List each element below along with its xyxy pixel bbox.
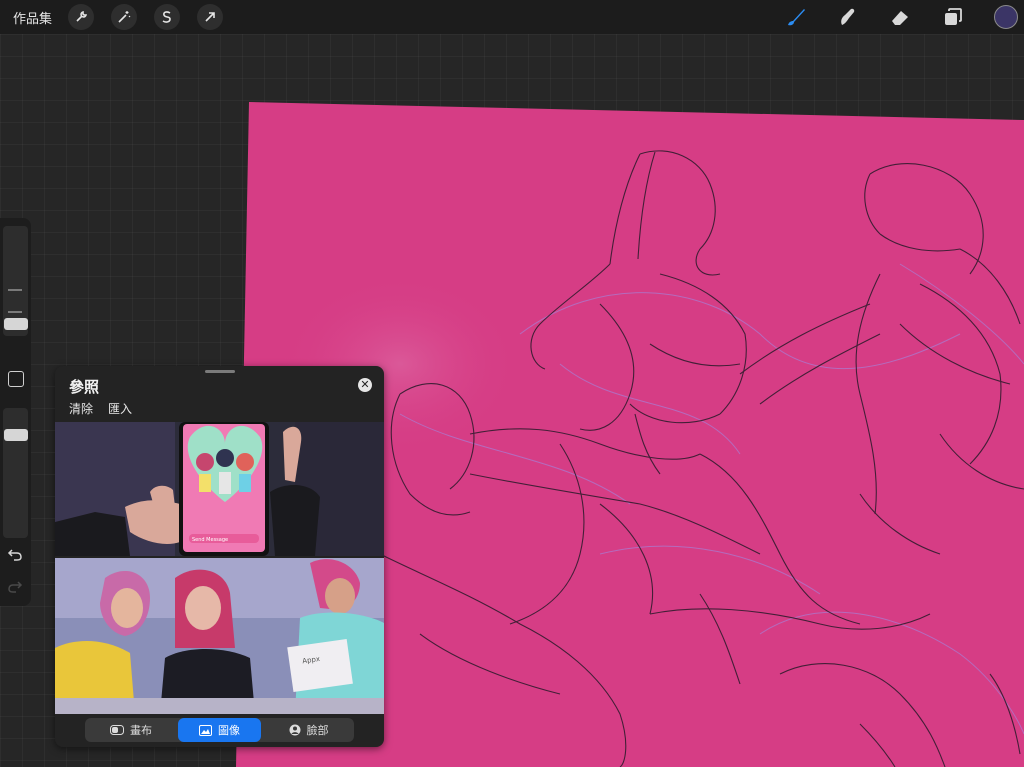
redo-icon[interactable] xyxy=(7,580,23,594)
phone-message-placeholder: Send Message xyxy=(192,537,228,543)
transform-arrow-icon[interactable] xyxy=(197,4,223,30)
smudge-icon[interactable] xyxy=(835,4,861,30)
clear-button[interactable]: 清除 xyxy=(69,400,93,417)
tab-image[interactable]: 圖像 xyxy=(178,718,261,742)
gallery-button[interactable]: 作品集 xyxy=(13,8,52,27)
brush-size-thumb[interactable] xyxy=(4,318,28,330)
tab-canvas-label: 畫布 xyxy=(130,724,152,737)
undo-icon[interactable] xyxy=(7,548,23,562)
tab-face[interactable]: 臉部 xyxy=(263,718,354,742)
eraser-icon[interactable] xyxy=(887,4,913,30)
tab-face-label: 臉部 xyxy=(306,724,329,737)
brush-icon[interactable] xyxy=(783,4,809,30)
drag-handle[interactable] xyxy=(205,370,235,373)
close-icon[interactable]: ✕ xyxy=(358,378,372,392)
reference-mode-tabs: 畫布 圖像 臉部 xyxy=(85,718,354,742)
tab-canvas[interactable]: 畫布 xyxy=(85,718,177,742)
opacity-slider[interactable] xyxy=(3,408,28,538)
color-swatch-button[interactable] xyxy=(994,5,1018,29)
image-icon xyxy=(199,724,212,736)
reference-title: 參照 xyxy=(69,378,100,396)
reference-image-characters: Appx xyxy=(55,558,384,714)
import-button[interactable]: 匯入 xyxy=(108,400,132,417)
opacity-thumb[interactable] xyxy=(4,429,28,441)
slider-tick xyxy=(8,311,22,313)
left-sidebar xyxy=(0,218,31,606)
face-icon xyxy=(289,724,300,736)
selection-icon[interactable] xyxy=(154,4,180,30)
magic-wand-icon[interactable] xyxy=(111,4,137,30)
reference-image-phone: Send Message xyxy=(55,422,384,556)
top-toolbar: 作品集 xyxy=(0,0,1024,34)
canvas-toggle-icon xyxy=(110,725,124,735)
layers-icon[interactable] xyxy=(940,4,966,30)
slider-tick xyxy=(8,289,22,291)
modify-button[interactable] xyxy=(8,371,24,387)
reference-panel[interactable]: 參照 ✕ 清除 匯入 Send Message Appx 畫布 圖像 臉部 xyxy=(55,366,384,747)
wrench-icon[interactable] xyxy=(68,4,94,30)
tab-image-label: 圖像 xyxy=(218,724,240,737)
